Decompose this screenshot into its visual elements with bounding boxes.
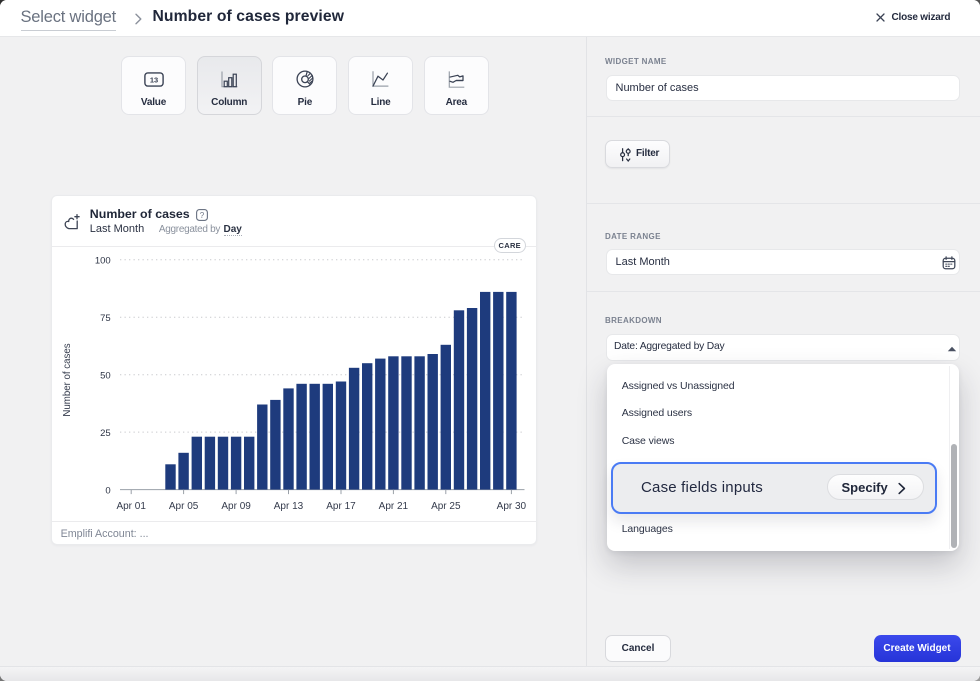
svg-text:Apr 21: Apr 21	[379, 501, 409, 512]
svg-text:Apr 17: Apr 17	[326, 501, 356, 512]
svg-text:Number of cases: Number of cases	[62, 343, 73, 416]
svg-text:Apr 13: Apr 13	[274, 501, 304, 512]
svg-text:Apr 30: Apr 30	[497, 501, 527, 512]
svg-text:75: 75	[100, 313, 111, 324]
svg-text:100: 100	[95, 256, 111, 267]
svg-text:Apr 05: Apr 05	[169, 501, 199, 512]
svg-text:Apr 25: Apr 25	[431, 501, 461, 512]
svg-text:50: 50	[100, 371, 111, 382]
svg-text:13: 13	[149, 75, 157, 84]
svg-text:Apr 01: Apr 01	[116, 501, 146, 512]
svg-text:25: 25	[100, 428, 111, 439]
svg-text:Apr 09: Apr 09	[221, 501, 251, 512]
svg-text:0: 0	[105, 486, 110, 497]
